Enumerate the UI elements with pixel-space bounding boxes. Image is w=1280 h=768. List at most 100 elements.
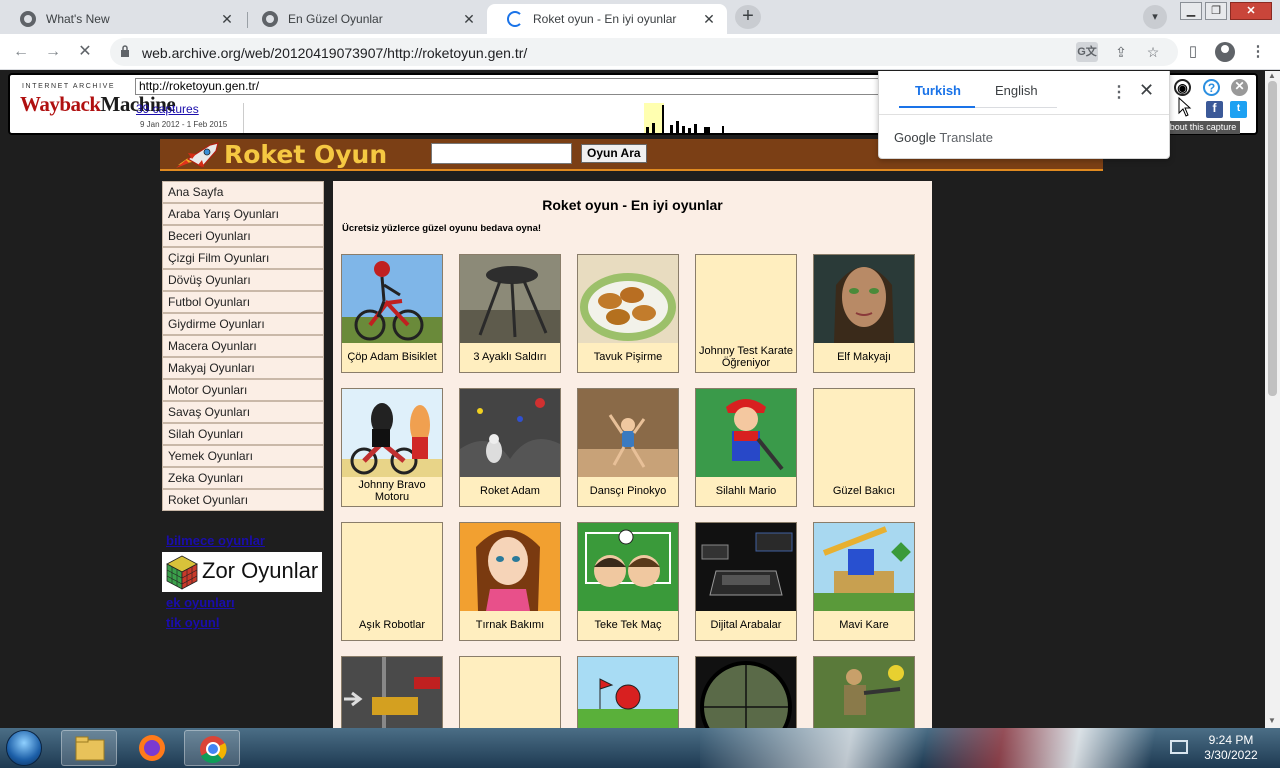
vertical-scrollbar[interactable]: ▲ ▼ [1265, 71, 1280, 728]
network-icon[interactable] [1170, 740, 1188, 754]
game-card[interactable]: Çöp Adam Bisiklet [341, 254, 443, 373]
game-card[interactable]: Dijital Arabalar [695, 522, 797, 641]
chrome-taskbar-button[interactable] [184, 730, 240, 766]
game-card[interactable]: Johnny Bravo Motoru [341, 388, 443, 507]
share-icon[interactable]: ⇪ [1110, 42, 1132, 62]
sidebar-item-makyaj[interactable]: Makyaj Oyunları [162, 357, 324, 379]
site-title[interactable]: Roket Oyun [224, 140, 387, 169]
sidebar-item-araba[interactable]: Araba Yarış Oyunları [162, 203, 324, 225]
game-card[interactable] [695, 656, 797, 728]
scroll-down-icon[interactable]: ▼ [1268, 716, 1276, 725]
forward-arrow-icon[interactable]: → [42, 41, 64, 63]
tab-search-button[interactable]: ▾ [1143, 5, 1167, 29]
sidebar-item-ana-sayfa[interactable]: Ana Sayfa [162, 181, 324, 203]
about-this-capture-link[interactable]: About this capture [1160, 121, 1240, 134]
game-thumbnail-pinocchio [578, 389, 678, 477]
sidebar-item-macera[interactable]: Macera Oyunları [162, 335, 324, 357]
tab-whats-new[interactable]: What's New ✕ [0, 4, 245, 34]
more-menu-icon[interactable]: ⋮ [1247, 41, 1269, 63]
help-icon[interactable]: ? [1203, 79, 1220, 96]
sidebar-link-3[interactable]: tik oyunl [166, 615, 219, 630]
sidebar-link-2[interactable]: ek oyunları [166, 595, 235, 610]
minimize-button[interactable]: ▁ [1180, 2, 1202, 20]
stop-loading-icon[interactable]: ✕ [74, 41, 96, 63]
sidebar-item-yemek[interactable]: Yemek Oyunları [162, 445, 324, 467]
scrollbar-thumb[interactable] [1268, 81, 1277, 396]
bookmark-star-icon[interactable]: ☆ [1142, 42, 1164, 62]
game-card[interactable]: Silahlı Mario [695, 388, 797, 507]
sidebar-item-futbol[interactable]: Futbol Oyunları [162, 291, 324, 313]
game-card[interactable]: Dansçı Pinokyo [577, 388, 679, 507]
translate-source-tab[interactable]: Turkish [915, 83, 961, 98]
translate-options-icon[interactable]: ⋮ [1111, 82, 1127, 102]
sidebar-item-beceri[interactable]: Beceri Oyunları [162, 225, 324, 247]
twitter-icon[interactable]: t [1230, 101, 1247, 118]
tab-close-icon[interactable]: ✕ [461, 11, 477, 28]
sidebar-item-silah[interactable]: Silah Oyunları [162, 423, 324, 445]
start-button[interactable] [6, 730, 42, 766]
game-search-button[interactable]: Oyun Ara [581, 144, 647, 163]
game-thumbnail-chicken [578, 255, 678, 343]
back-arrow-icon[interactable]: ← [10, 41, 32, 63]
account-icon[interactable]: ◉ [1174, 79, 1191, 96]
spark-bar [704, 127, 710, 133]
game-thumbnail-blank [814, 389, 914, 477]
game-search-input[interactable] [431, 143, 572, 164]
chrome-icon [200, 736, 227, 764]
sidebar-item-zeka[interactable]: Zeka Oyunları [162, 467, 324, 489]
captures-link[interactable]: 39 captures [136, 102, 199, 116]
wayback-close-icon[interactable]: ✕ [1231, 79, 1248, 96]
game-card[interactable] [459, 656, 561, 728]
tab-en-guzel-oyunlar[interactable]: En Güzel Oyunlar ✕ [242, 4, 487, 34]
game-card[interactable]: 3 Ayaklı Saldırı [459, 254, 561, 373]
sidebar-item-cizgi-film[interactable]: Çizgi Film Oyunları [162, 247, 324, 269]
tab-close-icon[interactable]: ✕ [219, 11, 235, 28]
sidebar-item-motor[interactable]: Motor Oyunları [162, 379, 324, 401]
zor-oyunlar-banner[interactable]: Zor Oyunlar [162, 552, 322, 592]
firefox-taskbar-button[interactable] [124, 730, 180, 766]
game-card[interactable]: Elf Makyajı [813, 254, 915, 373]
url-text[interactable]: web.archive.org/web/20120419073907/http:… [142, 45, 527, 61]
capture-sparkline[interactable] [243, 103, 883, 133]
game-card[interactable]: Mavi Kare [813, 522, 915, 641]
sidebar-item-roket[interactable]: Roket Oyunları [162, 489, 324, 511]
sidebar-item-giydirme[interactable]: Giydirme Oyunları [162, 313, 324, 335]
game-card[interactable]: Teke Tek Maç [577, 522, 679, 641]
game-card[interactable]: Roket Adam [459, 388, 561, 507]
game-label: Dansçı Pinokyo [589, 485, 667, 497]
game-card[interactable] [577, 656, 679, 728]
game-card[interactable]: Tırnak Bakımı [459, 522, 561, 641]
translate-close-icon[interactable]: ✕ [1139, 80, 1154, 101]
tab-roket-oyun[interactable]: Roket oyun - En iyi oyunlar ✕ [487, 4, 727, 34]
tab-close-icon[interactable]: ✕ [701, 11, 717, 28]
game-label: Güzel Bakıcı [832, 485, 896, 497]
system-clock[interactable]: 9:24 PM 3/30/2022 [1196, 733, 1266, 763]
sidebar-item-savas[interactable]: Savaş Oyunları [162, 401, 324, 423]
address-bar[interactable]: web.archive.org/web/20120419073907/http:… [110, 38, 1178, 66]
maximize-button[interactable]: ❐ [1205, 2, 1227, 20]
sidebar-item-dovus[interactable]: Dövüş Oyunları [162, 269, 324, 291]
sidebar-link-1[interactable]: bilmece oyunlar [166, 533, 265, 548]
profile-button[interactable] [1214, 41, 1236, 63]
mouse-cursor-icon [1178, 97, 1192, 117]
translate-icon[interactable]: G文 [1076, 42, 1098, 62]
translate-wordmark: Translate [939, 130, 994, 145]
spark-bar [662, 105, 664, 133]
window-close-button[interactable]: ✕ [1230, 2, 1272, 20]
game-label: Johnny Bravo Motoru [358, 479, 426, 503]
wayback-url-input[interactable]: http://roketoyun.gen.tr/ [135, 78, 880, 95]
game-card[interactable]: Aşık Robotlar [341, 522, 443, 641]
translate-target-tab[interactable]: English [995, 83, 1038, 98]
game-card[interactable] [813, 656, 915, 728]
game-thumbnail-tripod [460, 255, 560, 343]
explorer-taskbar-button[interactable] [61, 730, 117, 766]
game-card[interactable]: Tavuk Pişirme [577, 254, 679, 373]
tab-title: Roket oyun - En iyi oyunlar [533, 12, 677, 26]
facebook-icon[interactable]: f [1206, 101, 1223, 118]
game-card[interactable] [341, 656, 443, 728]
new-tab-button[interactable]: + [735, 5, 761, 29]
game-card[interactable]: Johnny Test Karate Öğreniyor [695, 254, 797, 373]
side-panel-icon[interactable]: ▯ [1182, 41, 1204, 63]
game-card[interactable]: Güzel Bakıcı [813, 388, 915, 507]
scroll-up-icon[interactable]: ▲ [1268, 71, 1276, 80]
